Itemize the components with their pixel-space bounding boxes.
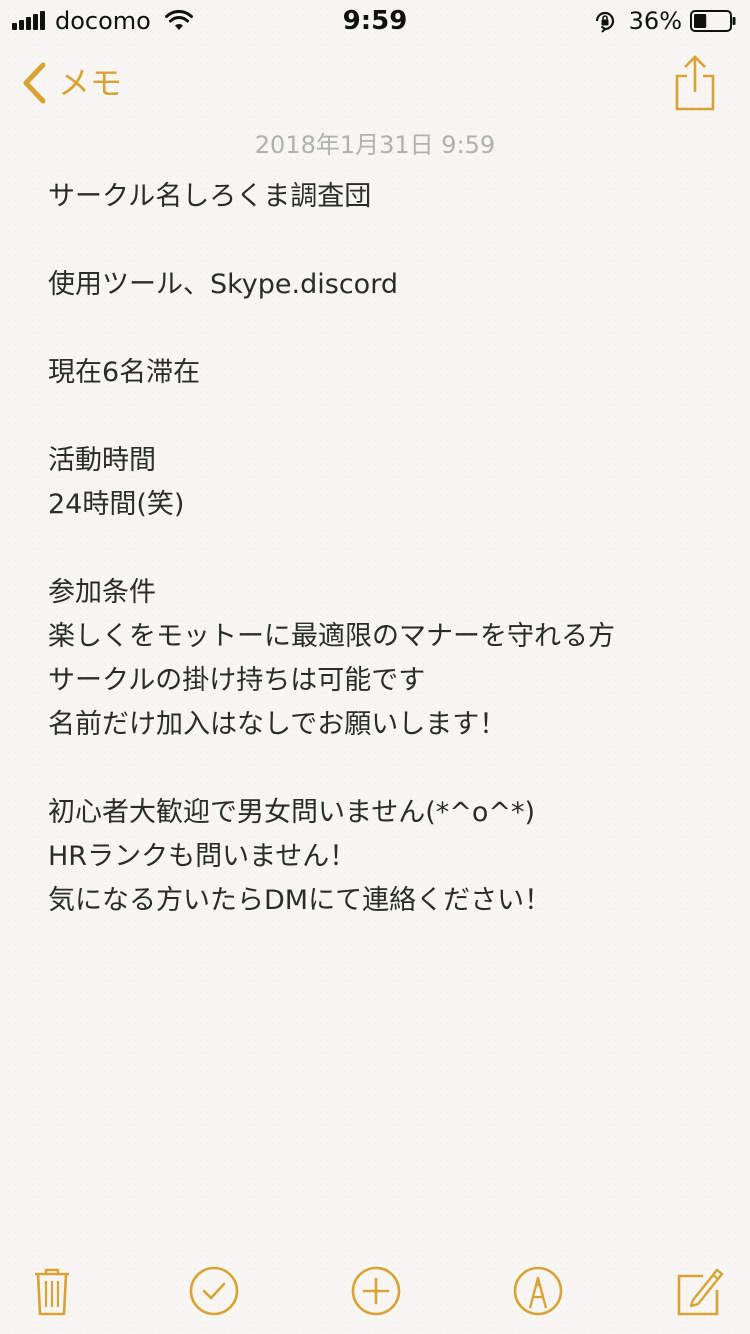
status-right: 36% (593, 6, 736, 36)
note-line: 参加条件 (48, 577, 156, 608)
add-button[interactable] (349, 1264, 403, 1318)
back-button[interactable]: メモ (20, 60, 122, 106)
note-body[interactable]: サークル名しろくま調査団 使用ツール、Skype.discord 現在6名滞在 活動時… (48, 175, 708, 923)
note-line: 初心者大歓迎で男女問いません(*^o^*) (48, 797, 536, 828)
note-line: HRランクも問いません！ (48, 841, 357, 872)
battery-fill (694, 14, 707, 28)
markup-icon (513, 1266, 563, 1316)
note-blank-line (48, 307, 708, 351)
battery-icon (690, 10, 736, 32)
trash-icon (35, 1268, 69, 1316)
markup-button[interactable] (511, 1264, 565, 1318)
checklist-icon (189, 1266, 239, 1316)
status-bar: docomo 9:59 36% (0, 0, 750, 40)
bottom-toolbar (0, 1248, 750, 1334)
note-line: サークル名しろくま調査団 (48, 181, 372, 212)
share-button[interactable] (672, 54, 718, 112)
note-date: 2018年1月31日 9:59 (254, 131, 496, 159)
note-line: 活動時間 (48, 445, 156, 476)
back-button-label: メモ (58, 64, 123, 102)
battery-percent: 36% (628, 7, 682, 35)
note-line: 気になる方いたらDMにて連絡ください！ (48, 885, 552, 916)
note-blank-line (48, 395, 708, 439)
navigation-bar: メモ (0, 40, 750, 128)
note-line: 使用ツール、Skype.discord (48, 269, 398, 300)
compose-button[interactable] (673, 1264, 727, 1318)
note-blank-line (48, 219, 708, 263)
note-line: 名前だけ加入はなしでお願いします！ (48, 709, 507, 740)
add-icon (351, 1266, 401, 1316)
share-icon (675, 55, 715, 111)
checklist-button[interactable] (187, 1264, 241, 1318)
orientation-lock-icon (595, 11, 614, 33)
note-line: 楽しくをモットーに最適限のマナーを守れる方 (48, 621, 615, 652)
chevron-left-icon (23, 62, 46, 104)
compose-icon (677, 1268, 724, 1316)
note-blank-line (48, 527, 708, 571)
note-line: 24時間(笑) (48, 489, 185, 520)
note-line: 現在6名滞在 (48, 357, 201, 388)
note-blank-line (48, 747, 708, 791)
delete-button[interactable] (25, 1264, 79, 1318)
note-line: サークルの掛け持ちは可能です (48, 665, 426, 696)
